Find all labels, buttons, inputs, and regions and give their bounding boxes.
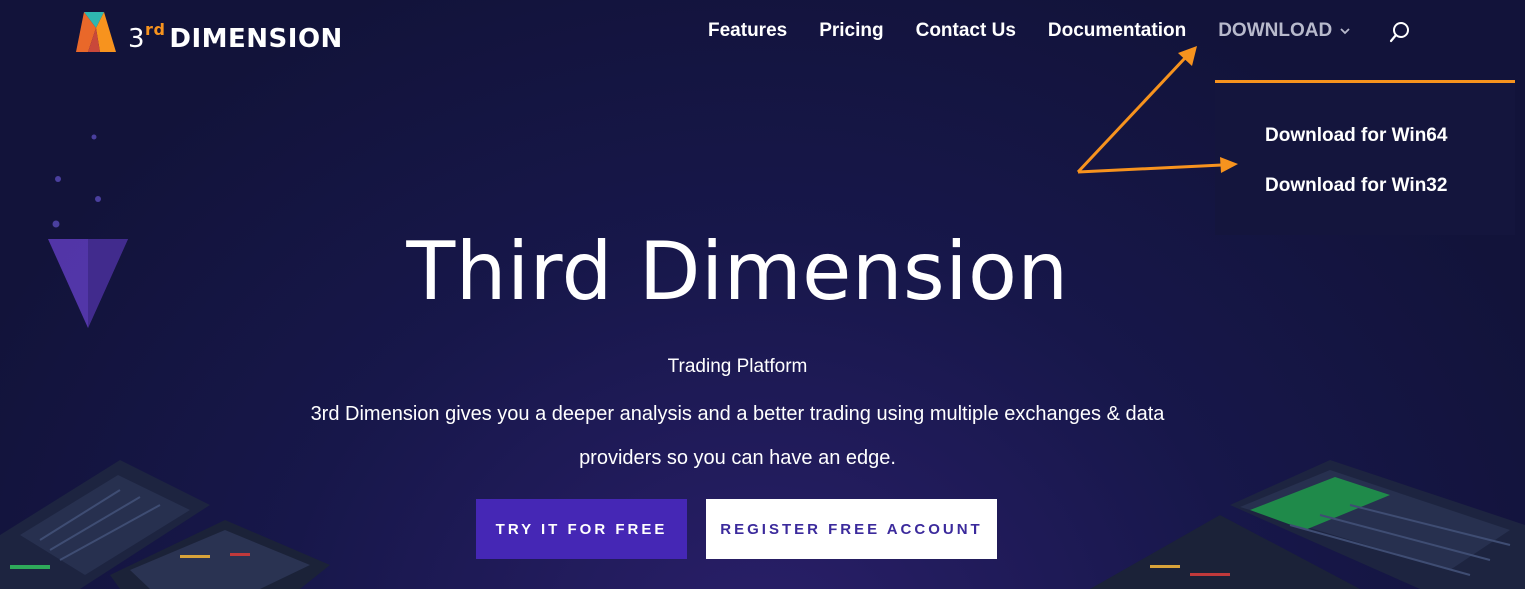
download-win64-link[interactable]: Download for Win64 — [1265, 125, 1447, 147]
logo[interactable]: 3 rd DIMENSION — [74, 8, 343, 56]
download-dropdown: Download for Win64 Download for Win32 — [1215, 80, 1515, 235]
nav-contact-us[interactable]: Contact Us — [916, 20, 1016, 42]
hero-description: 3rd Dimension gives you a deeper analysi… — [310, 403, 1165, 469]
nav-documentation[interactable]: Documentation — [1048, 20, 1186, 42]
logo-name: DIMENSION — [169, 24, 343, 54]
try-free-button[interactable]: TRY IT FOR FREE — [476, 499, 687, 559]
search-icon[interactable] — [1388, 20, 1412, 44]
download-win32-link[interactable]: Download for Win32 — [1265, 175, 1447, 197]
hero-subtitle: Trading Platform — [667, 356, 808, 377]
register-account-button[interactable]: REGISTER FREE ACCOUNT — [706, 499, 997, 559]
logo-mark-icon — [76, 12, 116, 52]
nav-pricing[interactable]: Pricing — [819, 20, 883, 42]
logo-superscript: rd — [145, 20, 166, 39]
main-nav: Features Pricing Contact Us Documentatio… — [708, 16, 1350, 46]
nav-features[interactable]: Features — [708, 20, 787, 42]
chevron-down-icon — [1340, 28, 1350, 35]
logo-wordmark: 3 rd DIMENSION — [128, 20, 343, 54]
hero-title: Third Dimension — [406, 225, 1069, 318]
nav-download[interactable]: DOWNLOAD — [1218, 20, 1350, 42]
logo-digit: 3 — [128, 24, 146, 54]
nav-download-label: DOWNLOAD — [1218, 20, 1333, 41]
